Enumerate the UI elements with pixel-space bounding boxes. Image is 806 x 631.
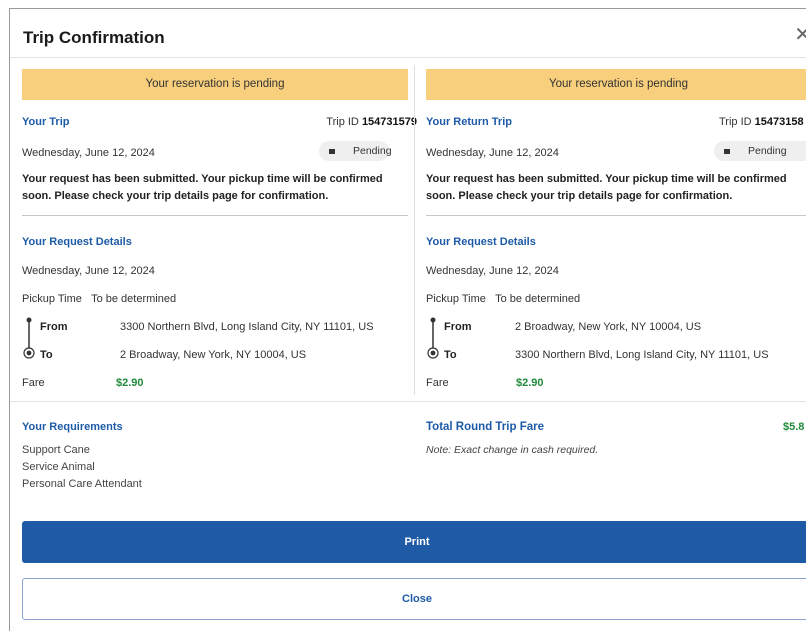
divider bbox=[426, 215, 806, 216]
trip-id-value: 154731579 bbox=[361, 116, 417, 128]
divider bbox=[22, 215, 408, 216]
status-label: Pending bbox=[353, 145, 392, 157]
pickup-time-value: To be determined bbox=[91, 293, 177, 305]
outbound-trip-panel: Your reservation is pending Your Trip Tr… bbox=[22, 69, 417, 389]
fare-label: Fare bbox=[426, 377, 449, 389]
to-label: To bbox=[444, 349, 457, 361]
from-address: 2 Broadway, New York, NY 10004, US bbox=[515, 321, 702, 333]
pickup-time-label: Pickup Time bbox=[426, 293, 486, 305]
trip-id-value: 15473158 bbox=[754, 116, 804, 128]
details-date: Wednesday, June 12, 2024 bbox=[426, 265, 559, 277]
status-badge: Pending bbox=[714, 141, 806, 161]
trip-date: Wednesday, June 12, 2024 bbox=[426, 147, 559, 159]
fare-value: $2.90 bbox=[516, 377, 544, 389]
your-trip-heading: Your Trip bbox=[22, 116, 70, 128]
trip-id: Trip ID 15473158 bbox=[719, 116, 804, 128]
payment-note: Note: Exact change in cash required. bbox=[426, 444, 599, 456]
status-badge: Pending bbox=[319, 141, 392, 161]
pickup-time-value: To be determined bbox=[495, 293, 581, 305]
dialog-title: Trip Confirmation bbox=[23, 28, 165, 47]
total-fare-label: Total Round Trip Fare bbox=[426, 421, 544, 433]
from-label: From bbox=[444, 321, 472, 333]
pending-banner: Your reservation is pending bbox=[22, 69, 408, 100]
return-trip-panel: Your reservation is pending Your Return … bbox=[426, 69, 806, 389]
request-details-heading: Your Request Details bbox=[426, 236, 536, 248]
trip-date: Wednesday, June 12, 2024 bbox=[22, 147, 155, 159]
pickup-time: Pickup Time To be determined bbox=[426, 293, 580, 305]
pending-banner: Your reservation is pending bbox=[426, 69, 806, 100]
to-address: 2 Broadway, New York, NY 10004, US bbox=[120, 349, 307, 361]
requirement-item: Service Animal bbox=[22, 461, 95, 473]
close-icon[interactable]: ✕ bbox=[794, 25, 806, 45]
requirement-item: Support Cane bbox=[22, 444, 90, 456]
pickup-time-label: Pickup Time bbox=[22, 293, 82, 305]
section-divider bbox=[10, 401, 806, 402]
request-details-heading: Your Request Details bbox=[22, 236, 132, 248]
status-icon bbox=[329, 149, 335, 154]
print-button[interactable]: Print bbox=[22, 521, 806, 563]
from-label: From bbox=[40, 321, 68, 333]
requirement-item: Personal Care Attendant bbox=[22, 478, 142, 490]
to-address: 3300 Northern Blvd, Long Island City, NY… bbox=[515, 349, 769, 361]
status-icon bbox=[724, 149, 730, 154]
submission-message: Your request has been submitted. Your pi… bbox=[426, 173, 787, 202]
status-label: Pending bbox=[748, 145, 787, 157]
column-divider bbox=[414, 65, 415, 395]
route-icon bbox=[427, 317, 439, 359]
route-icon bbox=[23, 317, 35, 359]
requirements-heading: Your Requirements bbox=[22, 421, 123, 433]
submission-message: Your request has been submitted. Your pi… bbox=[22, 173, 383, 202]
requirements-list: Support Cane Service Animal Personal Car… bbox=[22, 442, 142, 493]
trip-id: Trip ID 154731579 bbox=[326, 116, 417, 128]
trip-confirmation-dialog: Trip Confirmation ✕ Your reservation is … bbox=[9, 8, 806, 631]
close-button[interactable]: Close bbox=[22, 578, 806, 620]
fare-label: Fare bbox=[22, 377, 45, 389]
return-trip-heading: Your Return Trip bbox=[426, 116, 512, 128]
from-address: 3300 Northern Blvd, Long Island City, NY… bbox=[120, 321, 374, 333]
trip-id-label: Trip ID bbox=[719, 116, 752, 128]
pickup-time: Pickup Time To be determined bbox=[22, 293, 176, 305]
details-date: Wednesday, June 12, 2024 bbox=[22, 265, 155, 277]
trip-id-label: Trip ID bbox=[326, 116, 359, 128]
fare-value: $2.90 bbox=[116, 377, 144, 389]
total-fare-value: $5.8 bbox=[783, 421, 805, 433]
to-label: To bbox=[40, 349, 53, 361]
dialog-header: Trip Confirmation ✕ bbox=[10, 9, 806, 58]
